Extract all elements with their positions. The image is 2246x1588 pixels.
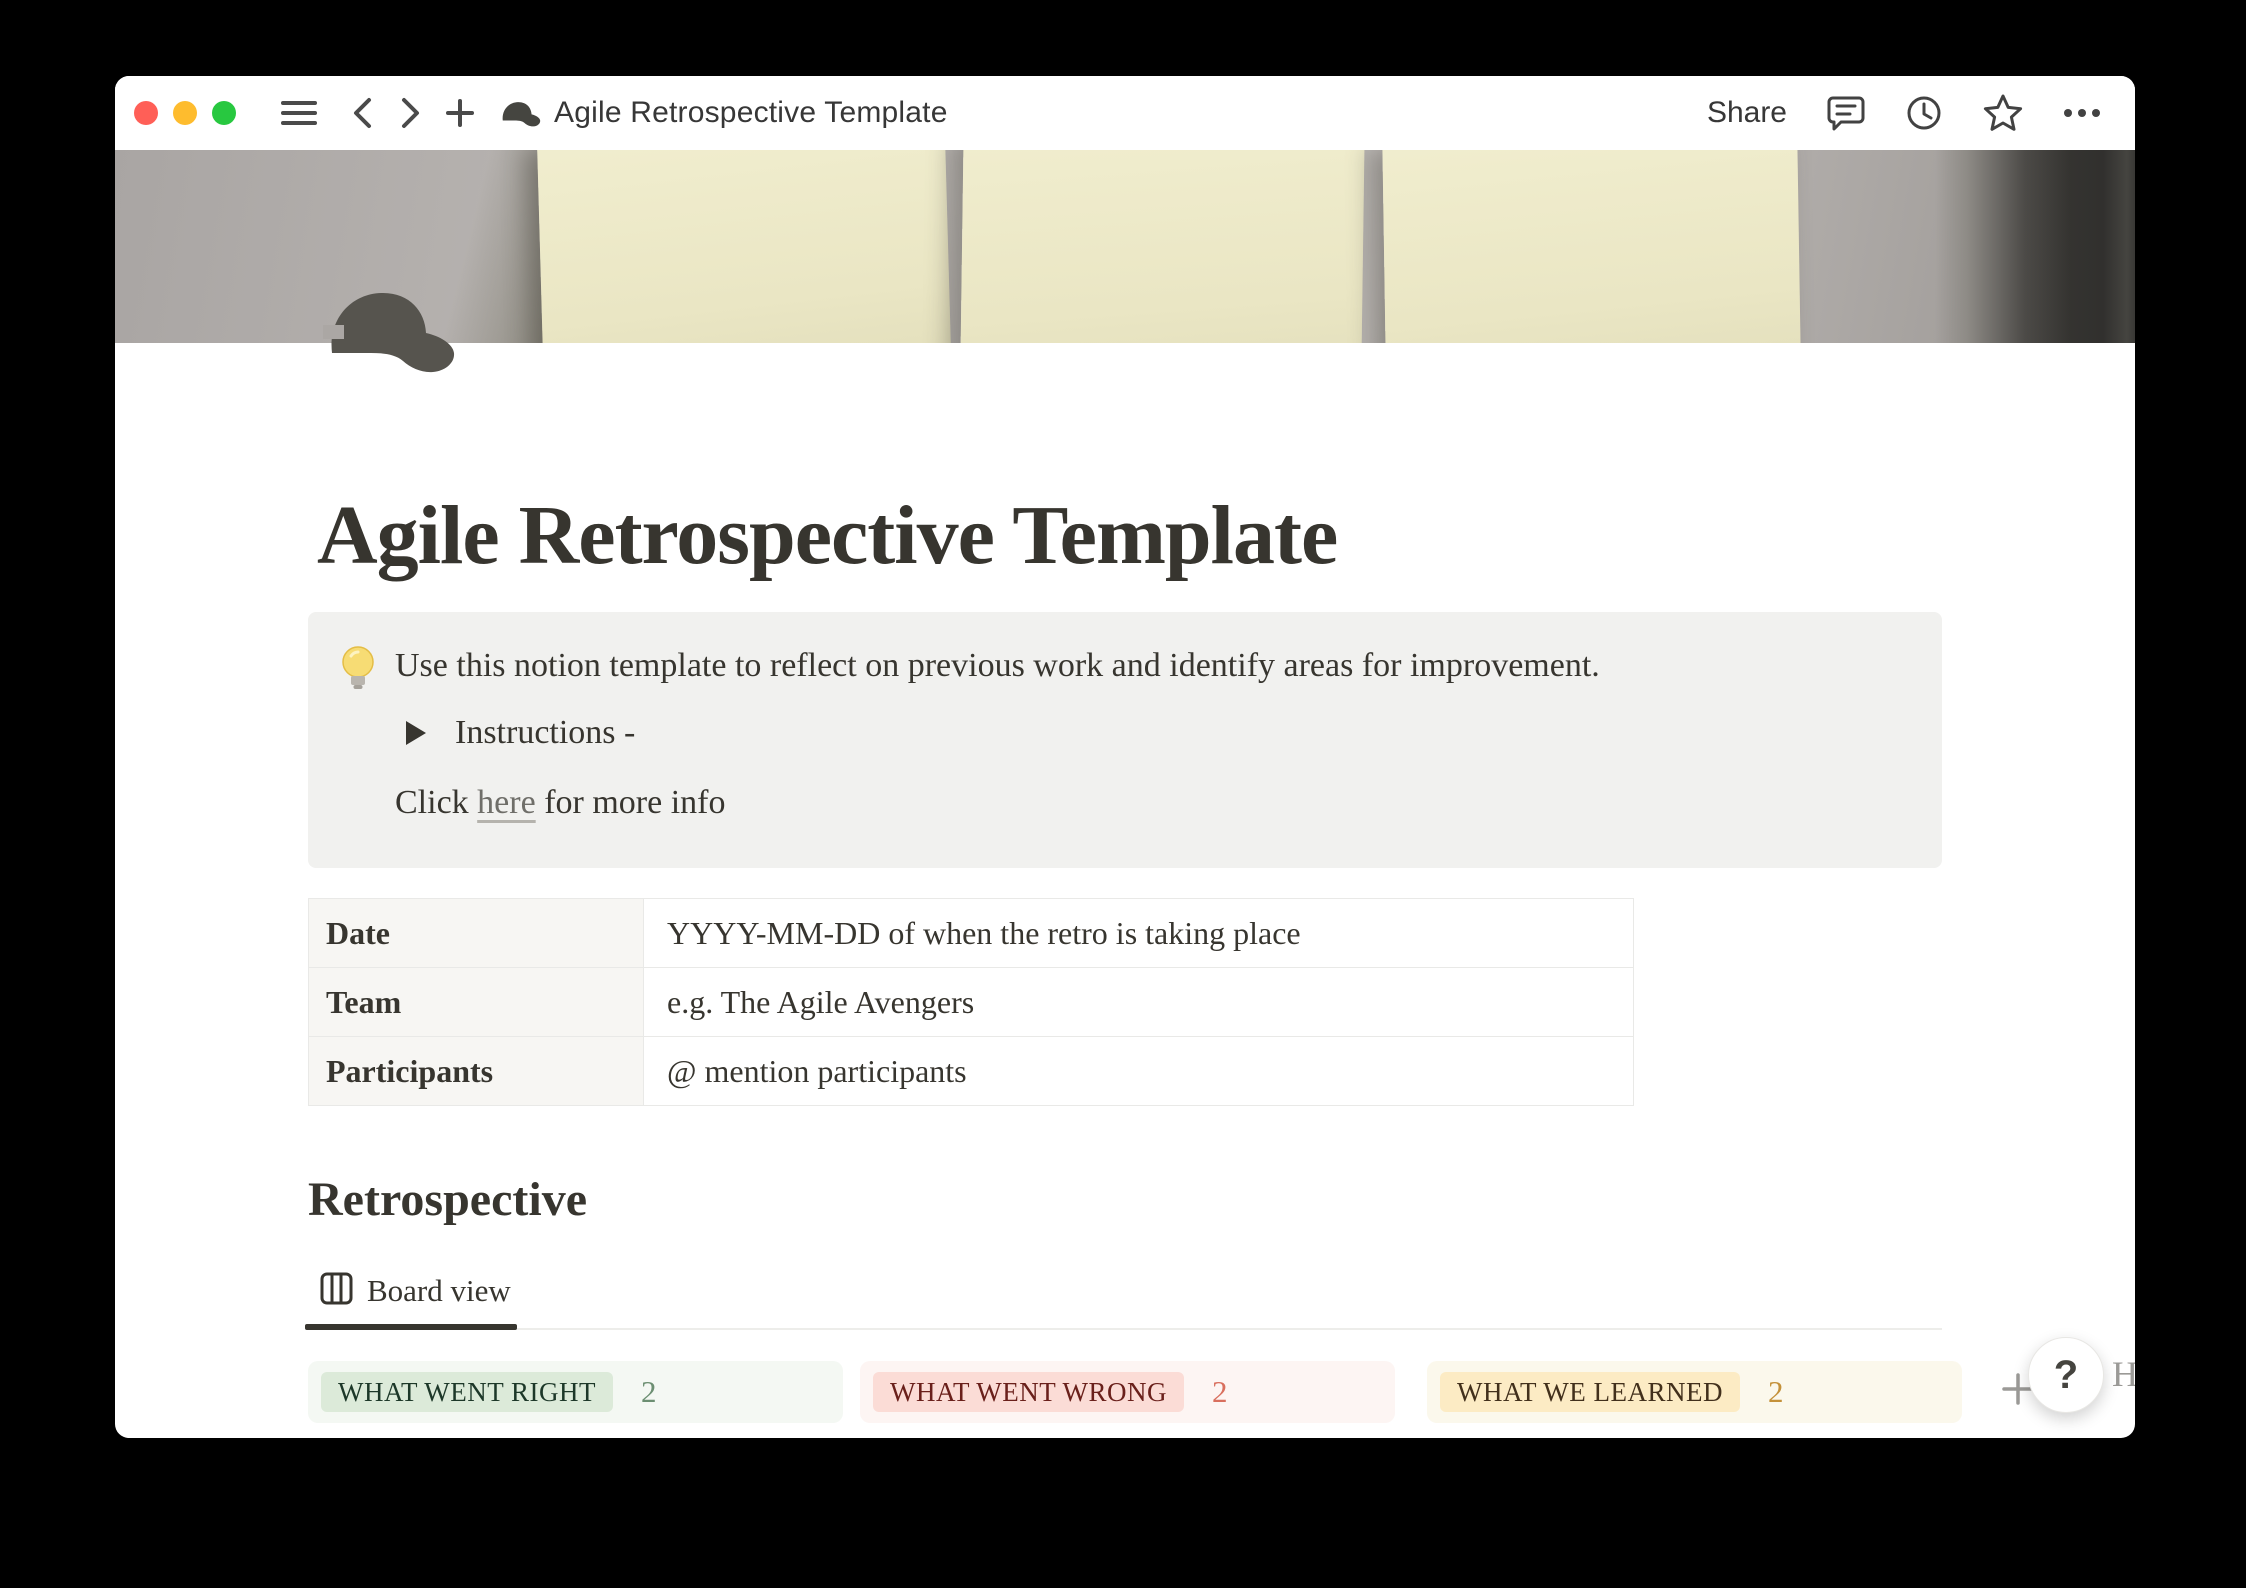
help-button[interactable]: ? (2028, 1337, 2104, 1413)
instructions-toggle[interactable]: Instructions - (406, 714, 635, 752)
notion-window: Agile Retrospective Template Share (115, 76, 2135, 1438)
link-prefix: Click (395, 784, 477, 821)
new-tab-icon[interactable] (445, 98, 475, 128)
property-value-date[interactable]: YYYY-MM-DD of when the retro is taking p… (644, 899, 1634, 968)
callout-block: Use this notion template to reflect on p… (308, 612, 1942, 868)
title-bar: Agile Retrospective Template Share (115, 76, 2135, 150)
properties-table: Date YYYY-MM-DD of when the retro is tak… (308, 898, 1634, 1106)
tab-divider (308, 1328, 1942, 1330)
group-badge[interactable]: WHAT WENT WRONG (873, 1372, 1184, 1412)
window-title-breadcrumb[interactable]: Agile Retrospective Template (554, 96, 948, 130)
group-count: 2 (641, 1374, 657, 1410)
tab-board-view[interactable]: Board view (320, 1272, 511, 1310)
property-label-participants[interactable]: Participants (309, 1037, 644, 1106)
instructions-toggle-label: Instructions - (455, 714, 635, 752)
table-row: Team e.g. The Agile Avengers (309, 968, 1634, 1037)
back-icon[interactable] (350, 96, 374, 130)
active-tab-underline (305, 1324, 517, 1330)
table-row: Participants @ mention participants (309, 1037, 1634, 1106)
property-label-date[interactable]: Date (309, 899, 644, 968)
link-suffix: for more info (536, 784, 726, 821)
board-column-what-went-wrong: WHAT WENT WRONG 2 (860, 1361, 1395, 1423)
page-cap-icon (500, 100, 542, 127)
board-view-label: Board view (367, 1273, 511, 1309)
share-button[interactable]: Share (1707, 96, 1787, 130)
sticky-note (960, 150, 1364, 343)
group-count: 2 (1768, 1374, 1784, 1410)
callout-link-line: Click here for more info (395, 784, 725, 822)
close-window-button[interactable] (134, 101, 158, 125)
menu-icon[interactable] (281, 99, 317, 127)
property-label-team[interactable]: Team (309, 968, 644, 1037)
minimize-window-button[interactable] (173, 101, 197, 125)
callout-text: Use this notion template to reflect on p… (395, 644, 1600, 688)
group-badge[interactable]: WHAT WENT RIGHT (321, 1372, 613, 1412)
forward-icon[interactable] (399, 96, 423, 130)
group-count: 2 (1212, 1374, 1228, 1410)
history-icon[interactable] (1905, 94, 1943, 132)
help-icon: ? (2054, 1353, 2078, 1398)
sticky-note (1382, 150, 1801, 343)
comment-icon[interactable] (1827, 95, 1865, 131)
here-link[interactable]: here (477, 784, 536, 821)
board-column-what-went-right: WHAT WENT RIGHT 2 (308, 1361, 843, 1423)
sticky-note (537, 150, 951, 343)
light-bulb-icon (338, 646, 378, 697)
favorite-icon[interactable] (1983, 94, 2023, 132)
zoom-window-button[interactable] (212, 101, 236, 125)
section-heading: Retrospective (308, 1176, 587, 1224)
clipped-column-label: H (2112, 1353, 2135, 1395)
board-view-icon (320, 1272, 353, 1310)
property-value-team[interactable]: e.g. The Agile Avengers (644, 968, 1634, 1037)
property-value-participants[interactable]: @ mention participants (644, 1037, 1634, 1106)
page-icon-cap[interactable] (323, 287, 460, 373)
board-column-what-we-learned: WHAT WE LEARNED 2 (1427, 1361, 1962, 1423)
page-title[interactable]: Agile Retrospective Template (317, 494, 1337, 578)
cover-dark-edge (1935, 150, 2135, 343)
toggle-icon (406, 721, 426, 745)
more-icon[interactable] (2063, 108, 2101, 118)
group-badge[interactable]: WHAT WE LEARNED (1440, 1372, 1740, 1412)
table-row: Date YYYY-MM-DD of when the retro is tak… (309, 899, 1634, 968)
